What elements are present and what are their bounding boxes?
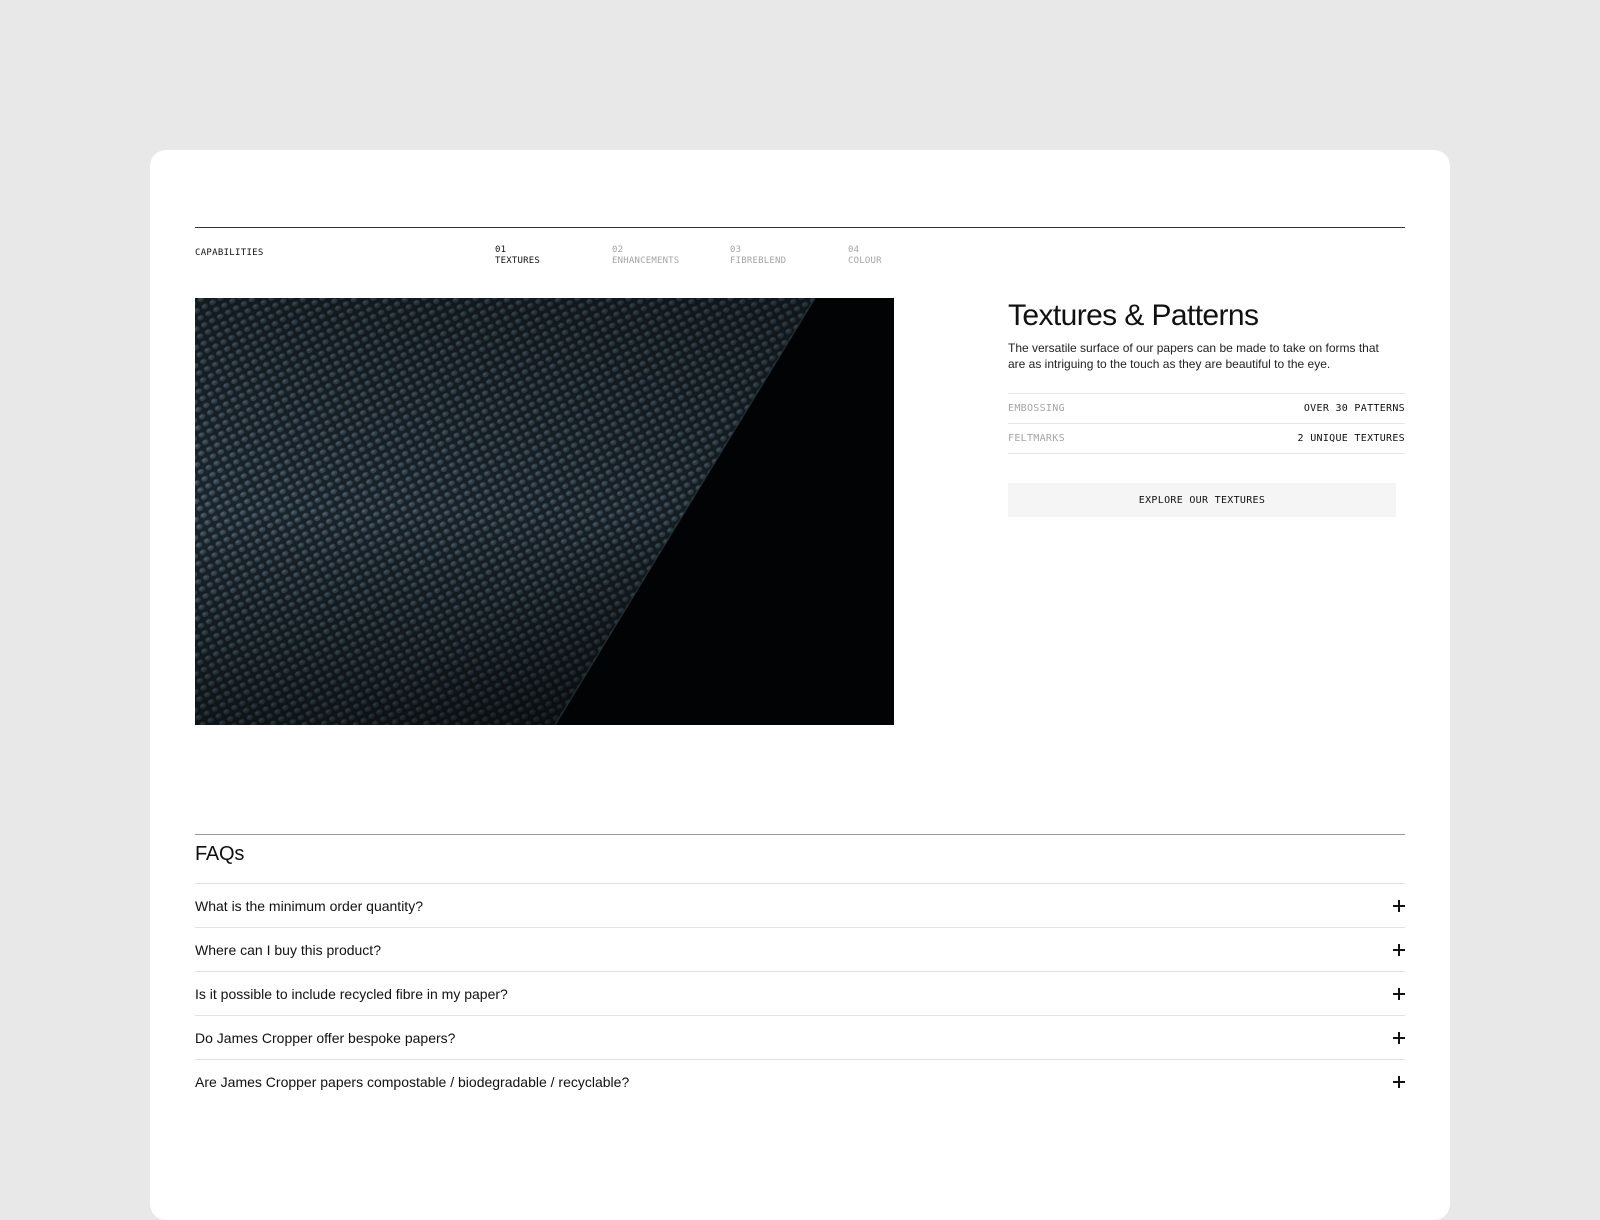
spec-key: FELTMARKS xyxy=(1008,433,1065,444)
tab-textures[interactable]: 01 TEXTURES xyxy=(495,245,540,267)
spec-row-embossing: EMBOSSING OVER 30 PATTERNS xyxy=(1008,394,1405,424)
section-label: CAPABILITIES xyxy=(195,248,264,258)
tab-colour[interactable]: 04 COLOUR xyxy=(848,245,882,267)
faq-divider xyxy=(195,834,1405,835)
faq-question: What is the minimum order quantity? xyxy=(195,897,423,914)
faq-item[interactable]: What is the minimum order quantity? xyxy=(195,883,1405,927)
spec-row-feltmarks: FELTMARKS 2 UNIQUE TEXTURES xyxy=(1008,424,1405,454)
plus-icon[interactable] xyxy=(1393,1031,1405,1044)
spec-key: EMBOSSING xyxy=(1008,403,1065,414)
tab-enhancements[interactable]: 02 ENHANCEMENTS xyxy=(612,245,679,267)
faq-list: What is the minimum order quantity? Wher… xyxy=(195,883,1405,1103)
spec-value: OVER 30 PATTERNS xyxy=(1303,403,1405,414)
faq-item[interactable]: Is it possible to include recycled fibre… xyxy=(195,971,1405,1015)
tab-number: 01 xyxy=(495,245,507,255)
tab-label: FIBREBLEND xyxy=(730,256,787,266)
tab-fibreblend[interactable]: 03 FIBREBLEND xyxy=(730,245,786,267)
faq-question: Is it possible to include recycled fibre… xyxy=(195,985,508,1002)
content-card: CAPABILITIES 01 TEXTURES 02 ENHANCEMENTS… xyxy=(150,150,1450,1220)
faq-title: FAQs xyxy=(195,843,245,865)
faq-item[interactable]: Are James Cropper papers compostable / b… xyxy=(195,1059,1405,1103)
faq-question: Are James Cropper papers compostable / b… xyxy=(195,1073,630,1090)
faq-question: Where can I buy this product? xyxy=(195,941,381,958)
tab-label: COLOUR xyxy=(848,256,882,266)
tab-number: 03 xyxy=(730,245,742,255)
plus-icon[interactable] xyxy=(1393,1075,1405,1088)
faq-item[interactable]: Where can I buy this product? xyxy=(195,927,1405,971)
faq-item[interactable]: Do James Cropper offer bespoke papers? xyxy=(195,1015,1405,1059)
texture-photo xyxy=(195,298,894,725)
plus-icon[interactable] xyxy=(1393,987,1405,1000)
tab-label: TEXTURES xyxy=(495,256,540,266)
tab-number: 02 xyxy=(612,245,624,255)
spec-list: EMBOSSING OVER 30 PATTERNS FELTMARKS 2 U… xyxy=(1008,393,1405,454)
explore-textures-button[interactable]: EXPLORE OUR TEXTURES xyxy=(1008,483,1396,517)
capability-info: Textures & Patterns The versatile surfac… xyxy=(1008,298,1405,517)
tab-number: 04 xyxy=(848,245,860,255)
plus-icon[interactable] xyxy=(1393,943,1405,956)
plus-icon[interactable] xyxy=(1393,899,1405,912)
tab-label: ENHANCEMENTS xyxy=(612,256,680,266)
faq-question: Do James Cropper offer bespoke papers? xyxy=(195,1029,456,1046)
capability-description: The versatile surface of our papers can … xyxy=(1008,341,1379,371)
spec-value: 2 UNIQUE TEXTURES xyxy=(1297,433,1405,444)
capability-heading: Textures & Patterns xyxy=(1008,299,1259,332)
section-divider xyxy=(195,227,1405,228)
